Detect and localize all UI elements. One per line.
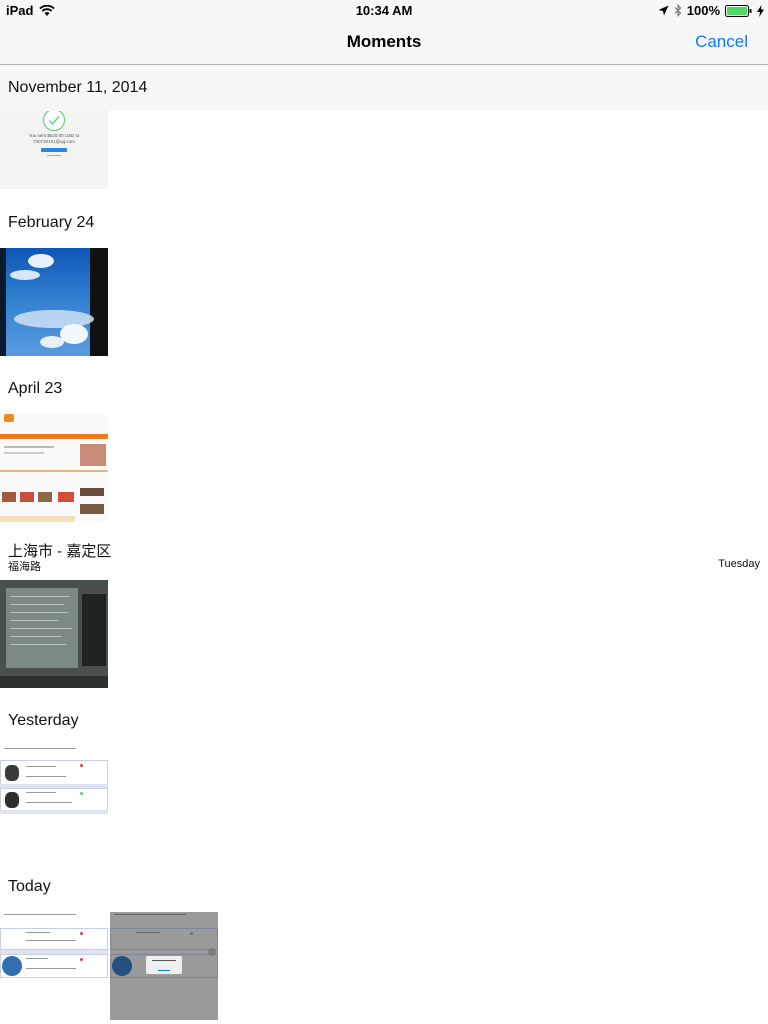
text-line: [26, 792, 56, 793]
cloud-shape: [28, 254, 54, 268]
text-line: [4, 446, 54, 448]
receipt-text-line-2: 740730151@qq.com: [33, 139, 75, 144]
alert-dialog: [146, 956, 182, 974]
section-title: April 23: [8, 380, 63, 397]
photo-thumbnail-computer-screen[interactable]: [0, 580, 108, 688]
cloud-shape: [40, 336, 64, 348]
avatar: [5, 765, 19, 781]
product-image: [20, 492, 34, 502]
status-right: 100%: [658, 3, 764, 18]
avatar: [2, 956, 22, 976]
site-orange-bar: [0, 434, 108, 439]
battery-percent: 100%: [686, 3, 720, 18]
navigation-bar: Moments Cancel: [0, 20, 768, 65]
checkmark-circle-icon: [42, 111, 66, 132]
section-header-yesterday: Yesterday: [0, 698, 768, 744]
section-date-label: Tuesday: [718, 558, 760, 570]
section-title: November 11, 2014: [8, 79, 148, 96]
section-header-apr-23: April 23: [0, 366, 768, 412]
avatar: [112, 956, 132, 976]
status-dot-red: [80, 932, 83, 935]
photo-thumbnail-sky[interactable]: [0, 248, 108, 356]
status-dot-green: [80, 792, 83, 795]
contact-card: [0, 928, 108, 950]
receipt-blue-button: [41, 148, 67, 152]
product-image: [80, 488, 104, 496]
photo-thumbnail-contact-list[interactable]: [0, 746, 108, 854]
text-line: [26, 958, 48, 959]
text-line: [4, 452, 44, 454]
alert-text-line: [152, 960, 176, 961]
section-header-nov-2014: November 11, 2014: [0, 65, 768, 111]
receipt-link: [47, 155, 61, 156]
product-image: [2, 492, 16, 502]
text-line: [10, 604, 64, 605]
status-time: 10:34 AM: [355, 3, 413, 18]
avatar: [5, 792, 19, 808]
location-arrow-icon: [658, 5, 669, 16]
charging-bolt-icon: [757, 4, 764, 17]
product-image: [80, 504, 104, 514]
cancel-button[interactable]: Cancel: [695, 32, 748, 52]
text-line: [26, 766, 56, 767]
text-line: [26, 802, 72, 803]
text-line: [10, 636, 62, 637]
photo-thumbnail-contact-list[interactable]: [0, 912, 108, 1020]
text-line: [4, 914, 76, 915]
cloud-shape: [10, 270, 40, 280]
section-title: Today: [8, 878, 51, 895]
photo-thumbnail-payment-receipt[interactable]: You sent $620.00 USD to 740730151@qq.com: [0, 111, 108, 189]
text-line: [10, 596, 70, 597]
text-line: [10, 612, 68, 613]
photo-thumbnail-shopping-site[interactable]: [0, 414, 108, 522]
text-line: [114, 914, 186, 915]
contact-card: [110, 928, 218, 950]
text-line: [26, 932, 50, 933]
photo-thumbnail-contact-list-alert[interactable]: [110, 912, 218, 1020]
product-image: [58, 492, 74, 502]
photo-dark-edge: [0, 248, 6, 356]
section-header-today: Today: [0, 864, 768, 910]
text-line: [10, 628, 72, 629]
bluetooth-icon: [674, 4, 682, 17]
location-subtitle: 福海路: [8, 561, 41, 573]
status-dot-red: [80, 958, 83, 961]
cloud-shape: [60, 324, 88, 344]
text-line: [26, 776, 66, 777]
section-title: Yesterday: [8, 712, 79, 729]
text-line: [10, 644, 66, 645]
status-dot-red: [80, 764, 83, 767]
dark-window: [82, 594, 106, 666]
section-header-feb-24: February 24: [0, 200, 768, 246]
photo-film-edge: [90, 248, 108, 356]
text-line: [0, 470, 108, 472]
text-line: [136, 932, 160, 933]
alert-button-line: [158, 970, 170, 971]
battery-icon: [725, 4, 752, 17]
receipt-text-line-1: You sent $620.00 USD to: [28, 133, 80, 138]
text-line: [10, 620, 58, 621]
text-line: [4, 748, 76, 749]
desk-edge: [0, 676, 108, 688]
text-line: [26, 940, 76, 941]
site-footer-band: [0, 516, 75, 522]
status-bar: iPad 10:34 AM 100%: [0, 0, 768, 20]
text-line: [26, 968, 76, 969]
product-image: [80, 444, 106, 466]
site-logo-shape: [4, 414, 14, 422]
assistive-touch-icon: [208, 948, 216, 956]
section-header-location: 上海市 - 嘉定区 福海路 Tuesday: [0, 532, 768, 578]
separator-band: [0, 810, 108, 814]
status-dot-green: [190, 932, 193, 935]
page-title: Moments: [346, 32, 422, 51]
section-title: February 24: [8, 214, 95, 231]
product-image: [38, 492, 52, 502]
